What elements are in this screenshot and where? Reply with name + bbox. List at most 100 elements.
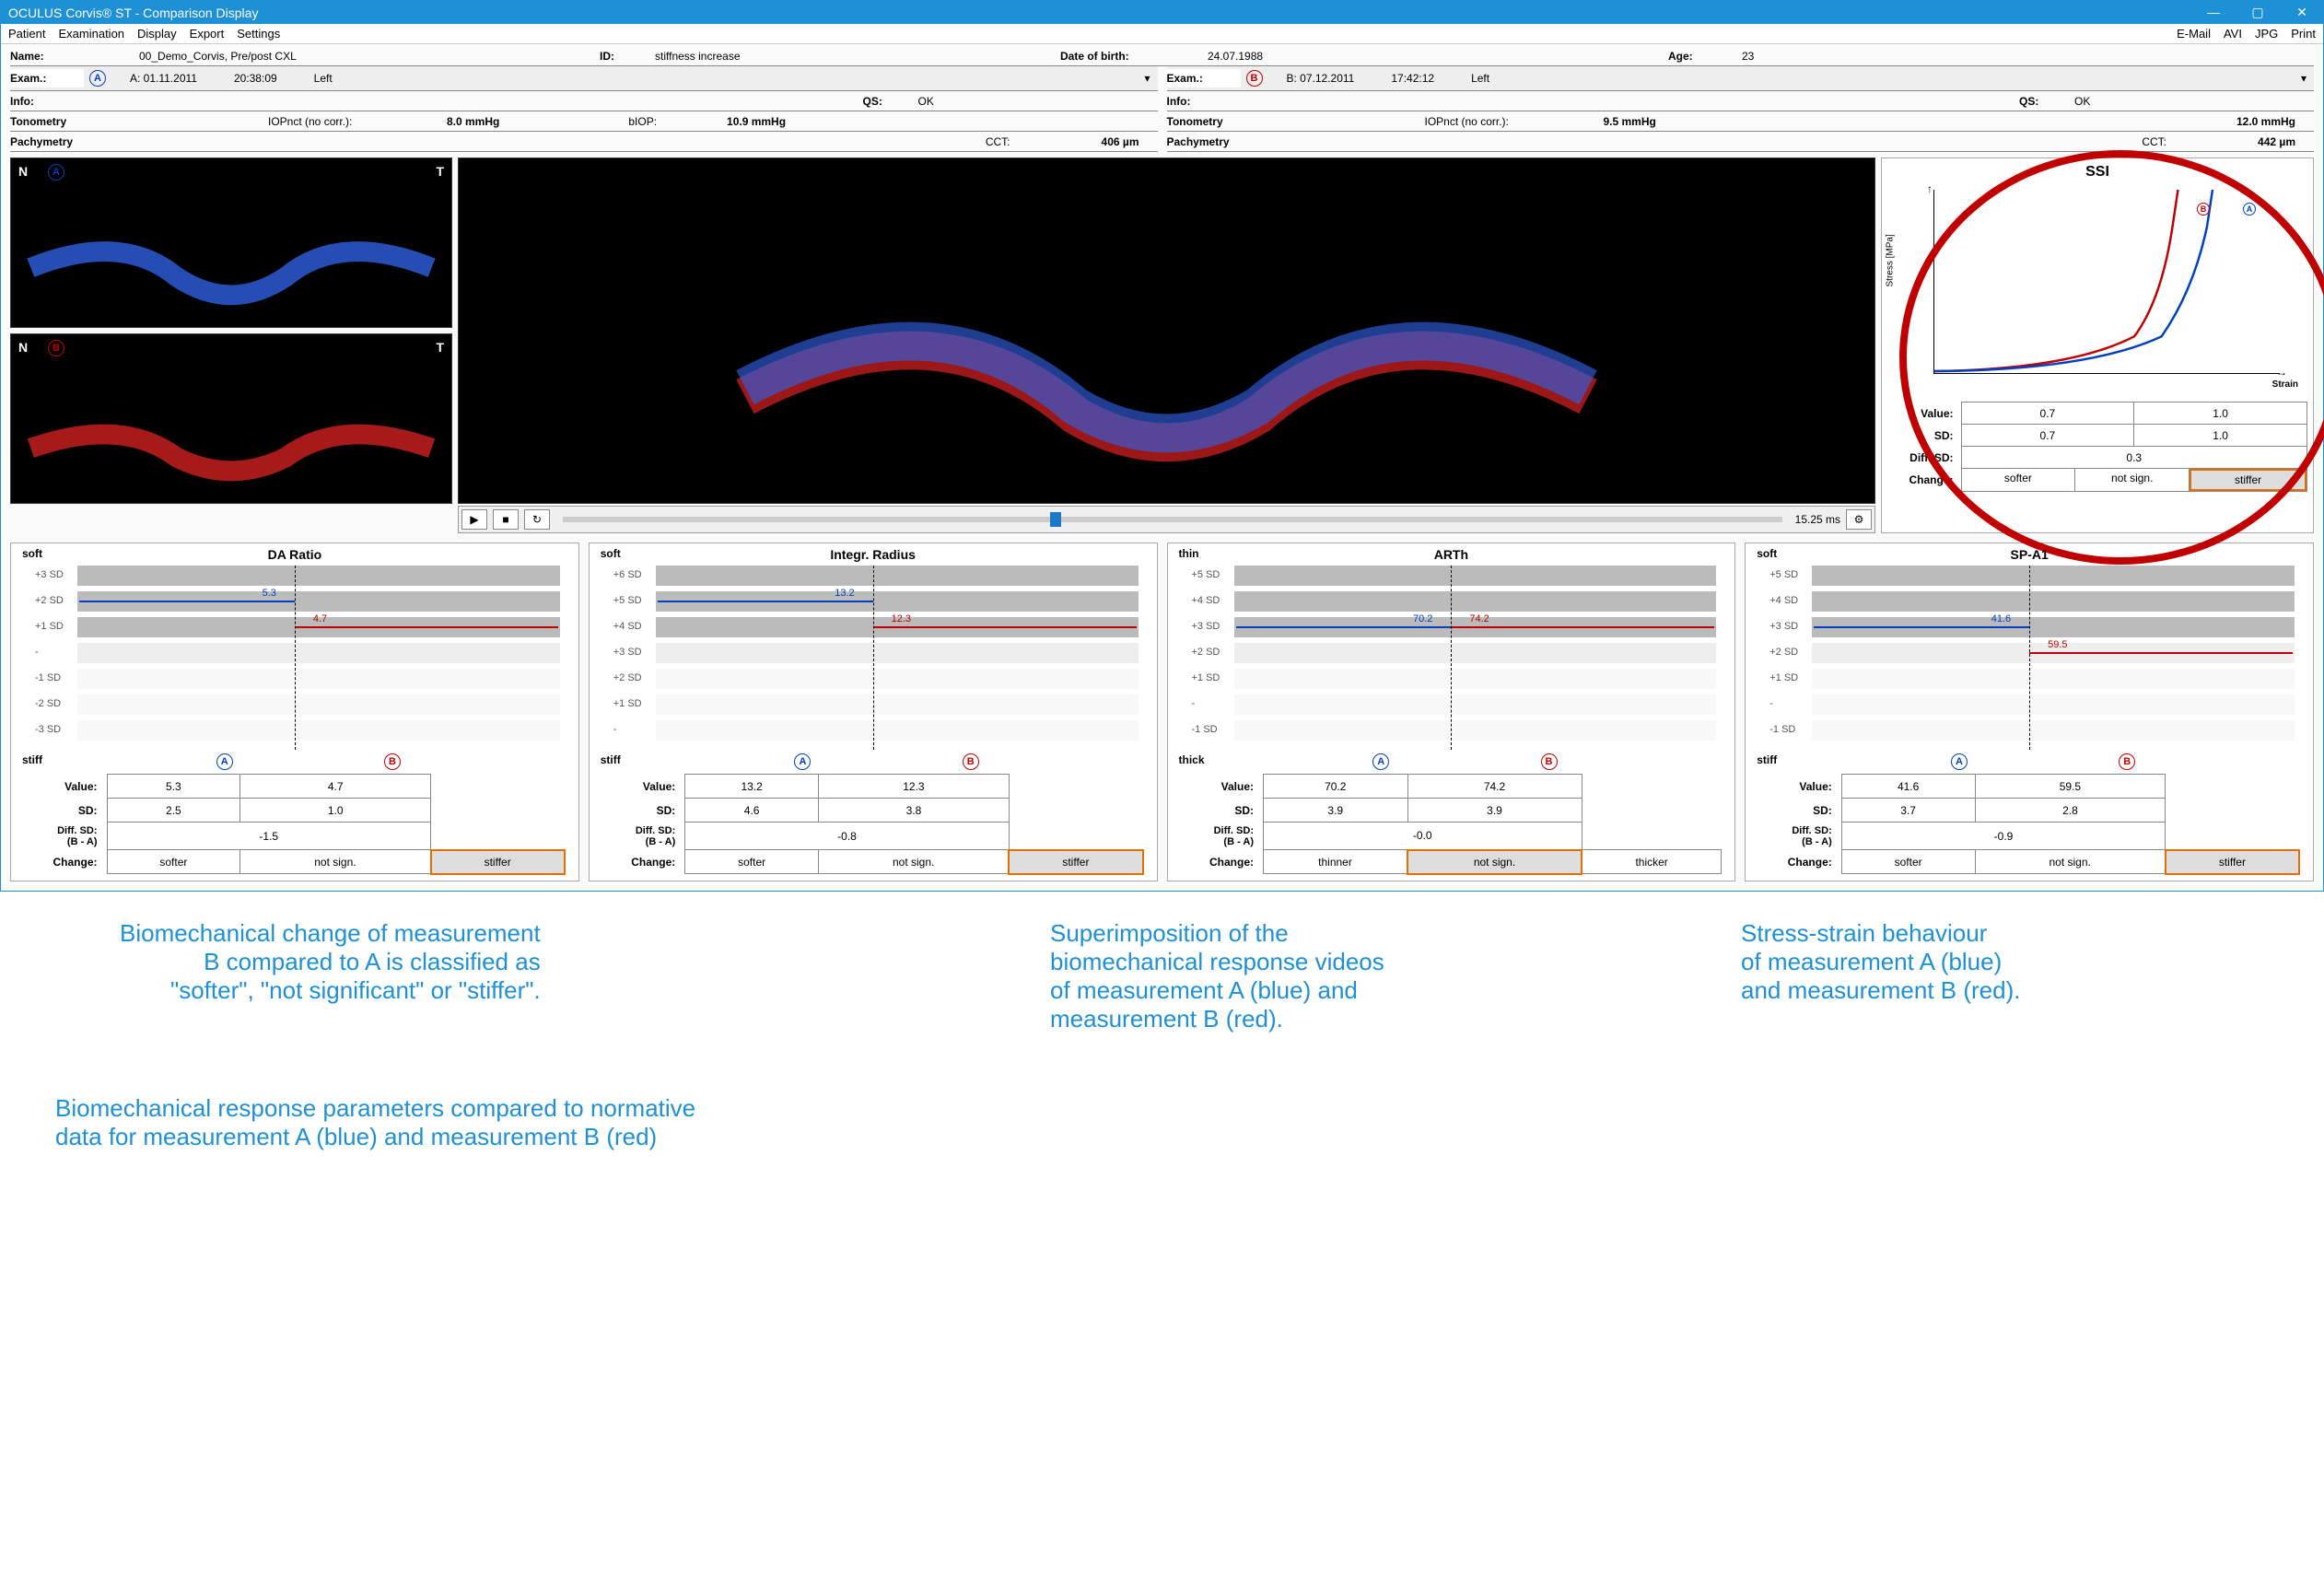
param-0-opt-2: stiffer [431,850,565,874]
ssi-chart: B A Stress [MPa] Strain → ↑ [1933,190,2280,374]
badge-b-icon: B [1246,70,1263,87]
minimize-button[interactable]: — [2200,5,2227,20]
param-2-sd-b: 3.9 [1407,799,1582,823]
menu-jpg[interactable]: JPG [2255,27,2278,41]
param-2-diff: -0.0 [1264,823,1582,850]
pachy-b-label: Pachymetry [1167,135,1278,148]
menu-print[interactable]: Print [2291,27,2316,41]
param-3-opt-0: softer [1841,850,1975,874]
cct-b-label: CCT: [2142,135,2166,148]
annotation-1: Biomechanical change of measurement B co… [120,919,541,1005]
ssi-diff: 0.3 [1961,447,2307,469]
param-title-2: ARTh [1172,547,1732,562]
param-2-opt-2: thicker [1582,850,1722,874]
param-0-value-a: 5.3 [107,775,240,799]
exam-a-row[interactable]: Exam.: A A: 01.11.2011 20:38:09 Left ▾ [10,66,1158,91]
settings-icon[interactable]: ⚙ [1846,509,1872,530]
play-button[interactable]: ▶ [461,509,487,530]
biop-a-label: bIOP: [628,115,657,128]
id-value: stiffness increase [636,50,1060,63]
param-2-opt-0: thinner [1264,850,1408,874]
menu-display[interactable]: Display [137,27,177,41]
menu-avi[interactable]: AVI [2224,27,2242,41]
ssi-opt-notsign: not sign. [2075,469,2190,491]
loop-button[interactable]: ↻ [524,509,550,530]
ssi-panel: SSI B A Stress [MPa] Strain → ↑ Value:0.… [1881,158,2314,533]
annotation-3: Superimposition of the biomechanical res… [1050,919,1384,1033]
info-a-label: Info: [10,95,121,108]
param-3-diff: -0.9 [1841,823,2166,850]
time-display: 15.25 ms [1795,513,1840,526]
menu-settings[interactable]: Settings [237,27,280,41]
exam-b-label: Exam.: [1167,69,1241,88]
time-slider[interactable] [563,517,1782,522]
menu-e-mail[interactable]: E-Mail [2177,27,2211,41]
name-value: 00_Demo_Corvis, Pre/post CXL [121,50,600,63]
stop-button[interactable]: ■ [493,509,519,530]
exam-b-row[interactable]: Exam.: B B: 07.12.2011 17:42:12 Left ▾ [1167,66,2315,91]
param-title-1: Integr. Radius [593,547,1153,562]
param-0-opt-0: softer [107,850,240,874]
title-bar: OCULUS Corvis® ST - Comparison Display —… [1,1,2323,24]
maximize-button[interactable]: ▢ [2244,5,2271,20]
param-table-3: Value:41.659.5 SD:3.72.8 Diff. SD: (B - … [1758,774,2300,875]
param-0-diff: -1.5 [107,823,431,850]
param-1-diff: -0.8 [685,823,1010,850]
param-3-opt-1: not sign. [1975,850,2166,874]
dropdown-icon[interactable]: ▾ [2301,72,2306,85]
dropdown-icon[interactable]: ▾ [1144,72,1150,85]
param-1-opt-1: not sign. [819,850,1010,874]
param-3-value-b: 59.5 [1975,775,2166,799]
param-title-0: DA Ratio [15,547,575,562]
param-table-0: Value:5.34.7 SD:2.51.0 Diff. SD: (B - A)… [24,774,566,875]
exam-a-time: 20:38:09 [216,72,296,85]
play-bar: ▶ ■ ↻ 15.25 ms ⚙ [458,506,1875,533]
annotation-2: Biomechanical response parameters compar… [55,1094,695,1151]
param-table-2: Value:70.274.2 SD:3.93.9 Diff. SD: (B - … [1181,774,1723,875]
param-1-value-a: 13.2 [685,775,819,799]
param-3-sd-b: 2.8 [1975,799,2166,823]
param-3-sd-a: 3.7 [1841,799,1975,823]
param-title-3: SP-A1 [1749,547,2309,562]
menu-patient[interactable]: Patient [8,27,45,41]
biop-b-value: 12.0 mmHg [2166,115,2314,128]
annotation-4: Stress-strain behaviour of measurement A… [1741,919,2020,1005]
exam-a-date: A: 01.11.2011 [111,72,216,85]
dob-value: 24.07.1988 [1189,50,1668,63]
biop-a-value: 10.9 mmHg [657,115,804,128]
sd-chart-0: +3 SD+2 SD+1 SD--1 SD-2 SD-3 SD5.34.7 [22,566,567,750]
exam-b-time: 17:42:12 [1372,72,1453,85]
param-0-sd-a: 2.5 [107,799,240,823]
cct-b-value: 442 µm [2166,135,2314,148]
ssi-opt-stiffer: stiffer [2190,469,2306,491]
exam-b-eye: Left [1453,72,1508,85]
main-video[interactable] [458,158,1875,504]
sd-chart-3: +5 SD+4 SD+3 SD+2 SD+1 SD--1 SD41.659.5 [1757,566,2302,750]
window-title: OCULUS Corvis® ST - Comparison Display [8,6,258,20]
thumbnail-b[interactable]: N B T [10,333,452,504]
age-label: Age: [1668,50,1723,63]
menu-bar: PatientExaminationDisplayExportSettings … [1,24,2323,44]
param-panel-0: soft DA Ratio +3 SD+2 SD+1 SD--1 SD-2 SD… [10,543,579,881]
param-1-sd-a: 4.6 [685,799,819,823]
param-2-opt-1: not sign. [1407,850,1582,874]
age-value: 23 [1723,50,1772,63]
sd-chart-1: +6 SD+5 SD+4 SD+3 SD+2 SD+1 SD-13.212.3 [601,566,1146,750]
menu-export[interactable]: Export [190,27,225,41]
exam-a-label: Exam.: [10,69,84,88]
badge-a-icon: A [89,70,106,87]
close-button[interactable]: ✕ [2288,5,2316,20]
iop-a-value: 8.0 mmHg [352,115,518,128]
param-2-sd-a: 3.9 [1264,799,1408,823]
tonometry-a-label: Tonometry [10,115,121,128]
param-1-value-b: 12.3 [819,775,1010,799]
exam-a-eye: Left [296,72,351,85]
param-panel-1: soft Integr. Radius +6 SD+5 SD+4 SD+3 SD… [589,543,1158,881]
sd-chart-2: +5 SD+4 SD+3 SD+2 SD+1 SD--1 SD70.274.2 [1179,566,1724,750]
iop-b-label: IOPnct (no corr.): [1425,115,1509,128]
ssi-title: SSI [1887,164,2307,181]
thumbnail-a[interactable]: N A T [10,158,452,328]
annotation-layer: Biomechanical change of measurement B co… [0,892,2324,1223]
param-panel-2: thin ARTh +5 SD+4 SD+3 SD+2 SD+1 SD--1 S… [1167,543,1736,881]
menu-examination[interactable]: Examination [58,27,124,41]
